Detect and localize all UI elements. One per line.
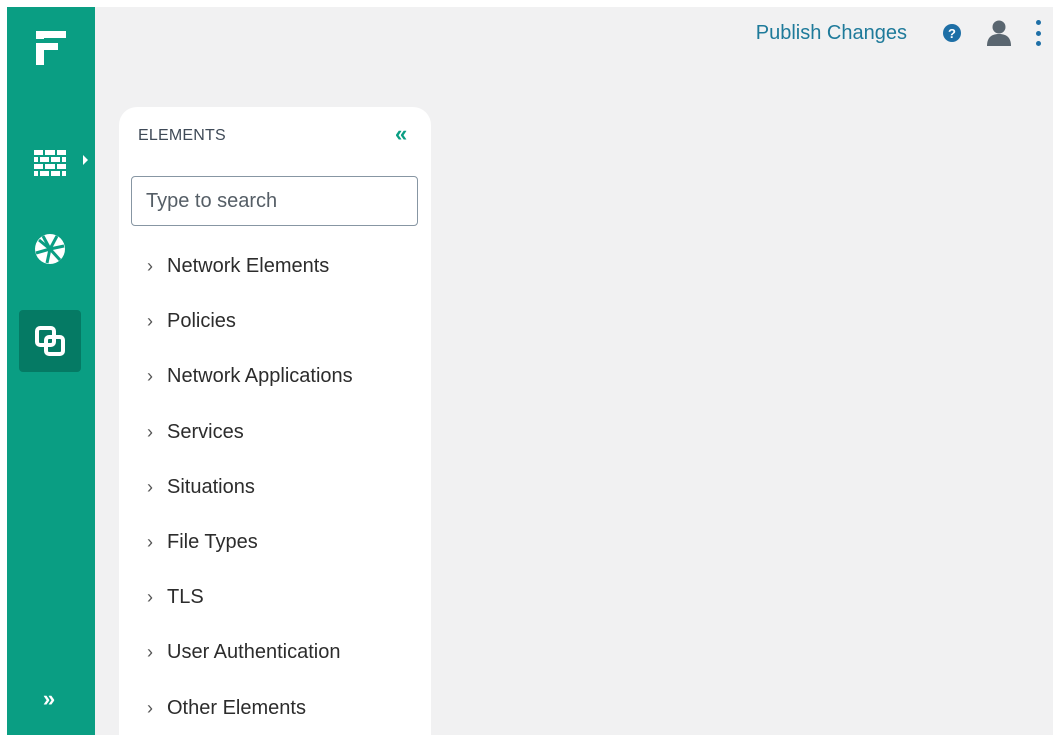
- tree-item-label: File Types: [167, 531, 258, 554]
- tree-item-label: Network Applications: [167, 365, 353, 388]
- help-icon[interactable]: ?: [943, 24, 961, 42]
- elements-panel: ELEMENTS « › Network Elements › Policies…: [119, 107, 431, 735]
- submenu-caret-icon: [83, 155, 88, 165]
- tree-item-label: TLS: [167, 586, 204, 609]
- expand-rail-button[interactable]: »: [29, 681, 69, 717]
- nav-network-button[interactable]: [19, 218, 81, 280]
- tree-item-user-authentication[interactable]: › User Authentication: [147, 625, 353, 680]
- more-vertical-icon[interactable]: [1035, 20, 1041, 46]
- tree-item-network-applications[interactable]: › Network Applications: [147, 349, 353, 404]
- forcepoint-logo-icon: [36, 31, 66, 65]
- chevron-right-icon: ›: [147, 476, 153, 497]
- search-input[interactable]: [131, 176, 418, 226]
- tree-item-services[interactable]: › Services: [147, 405, 353, 460]
- element-tree: › Network Elements › Policies › Network …: [147, 239, 353, 735]
- elements-icon: [35, 326, 65, 356]
- network-globe-icon: [35, 234, 65, 264]
- chevron-right-icon: ›: [147, 642, 153, 663]
- chevron-right-icon: ›: [147, 366, 153, 387]
- tree-item-tls[interactable]: › TLS: [147, 570, 353, 625]
- collapse-panel-button[interactable]: «: [395, 123, 407, 145]
- tree-item-label: User Authentication: [167, 641, 341, 664]
- chevron-right-icon: ›: [147, 697, 153, 718]
- tree-item-file-types[interactable]: › File Types: [147, 515, 353, 570]
- tree-item-other-elements[interactable]: › Other Elements: [147, 681, 353, 735]
- tree-item-label: Policies: [167, 310, 236, 333]
- nav-rail: »: [7, 7, 95, 735]
- nav-elements-button[interactable]: [19, 310, 81, 372]
- tree-item-label: Network Elements: [167, 255, 330, 278]
- chevron-right-icon: ›: [147, 421, 153, 442]
- panel-title: ELEMENTS: [138, 127, 226, 144]
- tree-item-situations[interactable]: › Situations: [147, 460, 353, 515]
- tree-item-label: Services: [167, 420, 244, 443]
- app-frame: » Publish Changes ? ELEMENTS « › Network…: [0, 0, 1053, 735]
- tree-item-label: Situations: [167, 475, 255, 498]
- top-bar: Publish Changes ?: [756, 7, 1053, 59]
- main-area: Publish Changes ? ELEMENTS « › Network E…: [95, 7, 1053, 735]
- user-icon[interactable]: [987, 20, 1011, 46]
- publish-changes-link[interactable]: Publish Changes: [756, 22, 907, 45]
- chevron-right-icon: ›: [147, 532, 153, 553]
- tree-item-label: Other Elements: [167, 696, 306, 719]
- nav-firewall-button[interactable]: [19, 133, 81, 195]
- tree-item-policies[interactable]: › Policies: [147, 294, 353, 349]
- firewall-icon: [34, 150, 66, 176]
- chevron-right-icon: ›: [147, 256, 153, 277]
- tree-item-network-elements[interactable]: › Network Elements: [147, 239, 353, 294]
- chevron-right-icon: ›: [147, 311, 153, 332]
- chevron-right-icon: ›: [147, 587, 153, 608]
